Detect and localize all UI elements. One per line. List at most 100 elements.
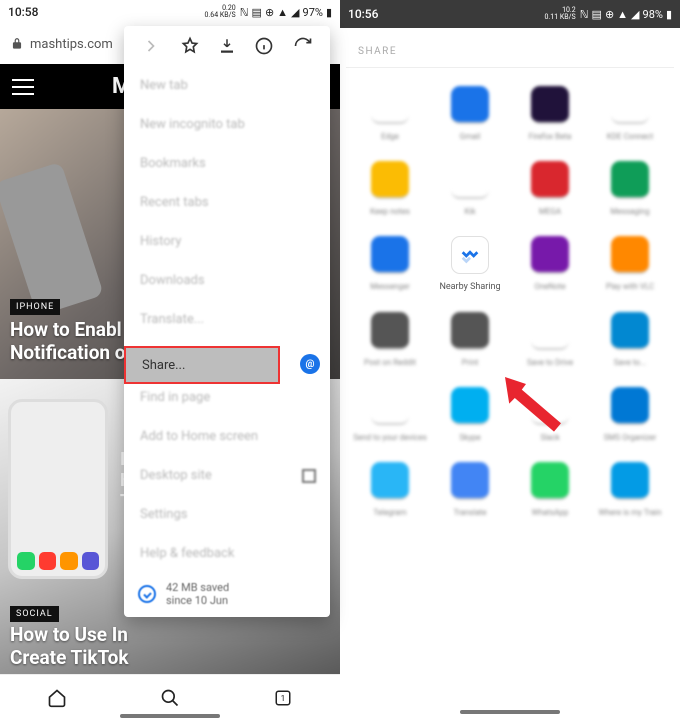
article-title: How to EnablNotification o bbox=[10, 318, 126, 366]
app-label: OneNote bbox=[534, 282, 565, 291]
share-target-messenger[interactable]: Messenger bbox=[352, 236, 428, 292]
menu-share[interactable]: Share... bbox=[124, 346, 280, 384]
app-label: Save to... bbox=[614, 358, 647, 367]
svg-text:1: 1 bbox=[281, 694, 286, 704]
signal-icon: ◢ bbox=[631, 8, 639, 21]
menu-downloads[interactable]: Downloads bbox=[124, 261, 330, 300]
app-icon bbox=[371, 161, 409, 199]
nfc-icon: ℕ bbox=[580, 8, 589, 21]
app-icon bbox=[371, 86, 409, 124]
share-app-grid: EdgeGmailFirefox BetaKDE Connect Keep not… bbox=[346, 86, 674, 517]
clock: 10:58 bbox=[8, 5, 205, 19]
menu-incognito[interactable]: New incognito tab bbox=[124, 105, 330, 144]
share-target-edge[interactable]: Edge bbox=[352, 86, 428, 141]
share-target-slack[interactable]: Slack bbox=[512, 387, 588, 442]
share-target-translate[interactable]: Translate bbox=[432, 462, 508, 517]
app-label: Messaging bbox=[610, 207, 649, 216]
app-icon bbox=[451, 86, 489, 124]
menu-history[interactable]: History bbox=[124, 222, 330, 261]
share-target-firefox-beta[interactable]: Firefox Beta bbox=[512, 86, 588, 141]
share-target-nearby-sharing[interactable]: Nearby Sharing bbox=[432, 236, 508, 292]
share-target-print[interactable]: Print bbox=[432, 312, 508, 367]
menu-desktop-site[interactable]: Desktop site bbox=[124, 456, 330, 495]
menu-translate[interactable]: Translate... bbox=[124, 300, 330, 339]
app-icon bbox=[531, 161, 569, 199]
app-label: Slack bbox=[540, 433, 559, 442]
share-target-telegram[interactable]: Telegram bbox=[352, 462, 428, 517]
share-target-mega[interactable]: MEGA bbox=[512, 161, 588, 216]
menu-new-tab[interactable]: New tab bbox=[124, 66, 330, 105]
app-icon bbox=[611, 312, 649, 350]
status-bar: 10:58 0.20 0.64 KB/S ℕ ▤ ⊕ ▲ ◢ 97% ▮ bbox=[0, 0, 340, 24]
app-icon bbox=[531, 86, 569, 124]
app-icon bbox=[451, 462, 489, 500]
app-icon bbox=[371, 312, 409, 350]
share-target-gmail[interactable]: Gmail bbox=[432, 86, 508, 141]
share-target-send-to-your-devices[interactable]: Send to your devices bbox=[352, 387, 428, 442]
home-button[interactable] bbox=[0, 675, 113, 720]
gesture-handle[interactable] bbox=[120, 714, 220, 718]
app-icon bbox=[611, 462, 649, 500]
download-icon[interactable] bbox=[218, 37, 236, 55]
hamburger-icon[interactable] bbox=[12, 79, 34, 95]
share-target-where-is-my-train[interactable]: Where is my Train bbox=[592, 462, 668, 517]
share-target-kde-connect[interactable]: KDE Connect bbox=[592, 86, 668, 141]
battery-text: 98% bbox=[643, 8, 663, 21]
share-target-sms-organizer[interactable]: SMS Organizer bbox=[592, 387, 668, 442]
app-label: Skype bbox=[459, 433, 480, 442]
status-bar: 10:56 10.2 0.11 KB/S ℕ ▤ ⊕ ▲ ◢ 98% ▮ bbox=[340, 0, 680, 28]
app-icon bbox=[531, 462, 569, 500]
phone-illustration bbox=[0, 162, 104, 317]
app-icon bbox=[611, 387, 649, 425]
app-label: WhatsApp bbox=[532, 508, 569, 517]
data-saved-row[interactable]: 42 MB savedsince 10 Jun bbox=[124, 573, 330, 611]
app-icon bbox=[451, 161, 489, 199]
share-sheet[interactable]: SHARE EdgeGmailFirefox BetaKDE Connect Ke… bbox=[340, 28, 680, 720]
category-badge: IPHONE bbox=[10, 299, 60, 315]
star-icon[interactable] bbox=[180, 36, 200, 56]
refresh-icon[interactable] bbox=[293, 36, 313, 56]
share-target-whatsapp[interactable]: WhatsApp bbox=[512, 462, 588, 517]
nfc-icon: ℕ bbox=[240, 6, 249, 19]
forward-icon[interactable] bbox=[141, 36, 161, 56]
share-target-messaging[interactable]: Messaging bbox=[592, 161, 668, 216]
app-label: Telegram bbox=[373, 508, 406, 517]
app-icon bbox=[531, 387, 569, 425]
app-label: Nearby Sharing bbox=[439, 282, 500, 292]
wifi-icon: ▲ bbox=[277, 6, 288, 19]
share-target-post-on-reddit[interactable]: Post on Reddit bbox=[352, 312, 428, 367]
menu-settings[interactable]: Settings bbox=[124, 495, 330, 534]
menu-bookmarks[interactable]: Bookmarks bbox=[124, 144, 330, 183]
app-icon bbox=[451, 387, 489, 425]
status-icons: ℕ ▤ ⊕ ▲ ◢ 98% ▮ bbox=[580, 8, 672, 21]
signal-icon: ◢ bbox=[291, 6, 299, 19]
sim-icon: ▤ bbox=[252, 6, 262, 19]
share-target-keep-notes[interactable]: Keep notes bbox=[352, 161, 428, 216]
debug-icon: ⊕ bbox=[605, 8, 614, 21]
share-target-icon[interactable] bbox=[300, 354, 320, 374]
share-target-play-with-vlc[interactable]: Play with VLC bbox=[592, 236, 668, 292]
app-icon bbox=[531, 312, 569, 350]
app-label: Kik bbox=[464, 207, 475, 216]
app-label: Where is my Train bbox=[598, 508, 661, 517]
phone-illustration bbox=[8, 399, 108, 579]
screenshot-chrome-menu: 10:58 0.20 0.64 KB/S ℕ ▤ ⊕ ▲ ◢ 97% ▮ mas… bbox=[0, 0, 340, 720]
menu-recent-tabs[interactable]: Recent tabs bbox=[124, 183, 330, 222]
menu-help[interactable]: Help & feedback bbox=[124, 534, 330, 573]
menu-add-home[interactable]: Add to Home screen bbox=[124, 417, 330, 456]
status-icons: ℕ ▤ ⊕ ▲ ◢ 97% ▮ bbox=[240, 6, 332, 19]
share-target-skype[interactable]: Skype bbox=[432, 387, 508, 442]
info-icon[interactable] bbox=[254, 36, 274, 56]
share-target-save-to-[interactable]: Save to... bbox=[592, 312, 668, 367]
network-rate: 0.20 0.64 KB/S bbox=[205, 5, 236, 19]
share-target-kik[interactable]: Kik bbox=[432, 161, 508, 216]
share-target-onenote[interactable]: OneNote bbox=[512, 236, 588, 292]
wifi-icon: ▲ bbox=[617, 8, 628, 21]
tabs-button[interactable]: 1 bbox=[227, 675, 340, 720]
gesture-handle[interactable] bbox=[460, 710, 560, 714]
app-label: Translate bbox=[453, 508, 486, 517]
share-title: SHARE bbox=[346, 38, 674, 68]
share-target-save-to-drive[interactable]: Save to Drive bbox=[512, 312, 588, 367]
checkbox-icon[interactable] bbox=[302, 469, 316, 483]
app-label: SMS Organizer bbox=[604, 433, 657, 442]
